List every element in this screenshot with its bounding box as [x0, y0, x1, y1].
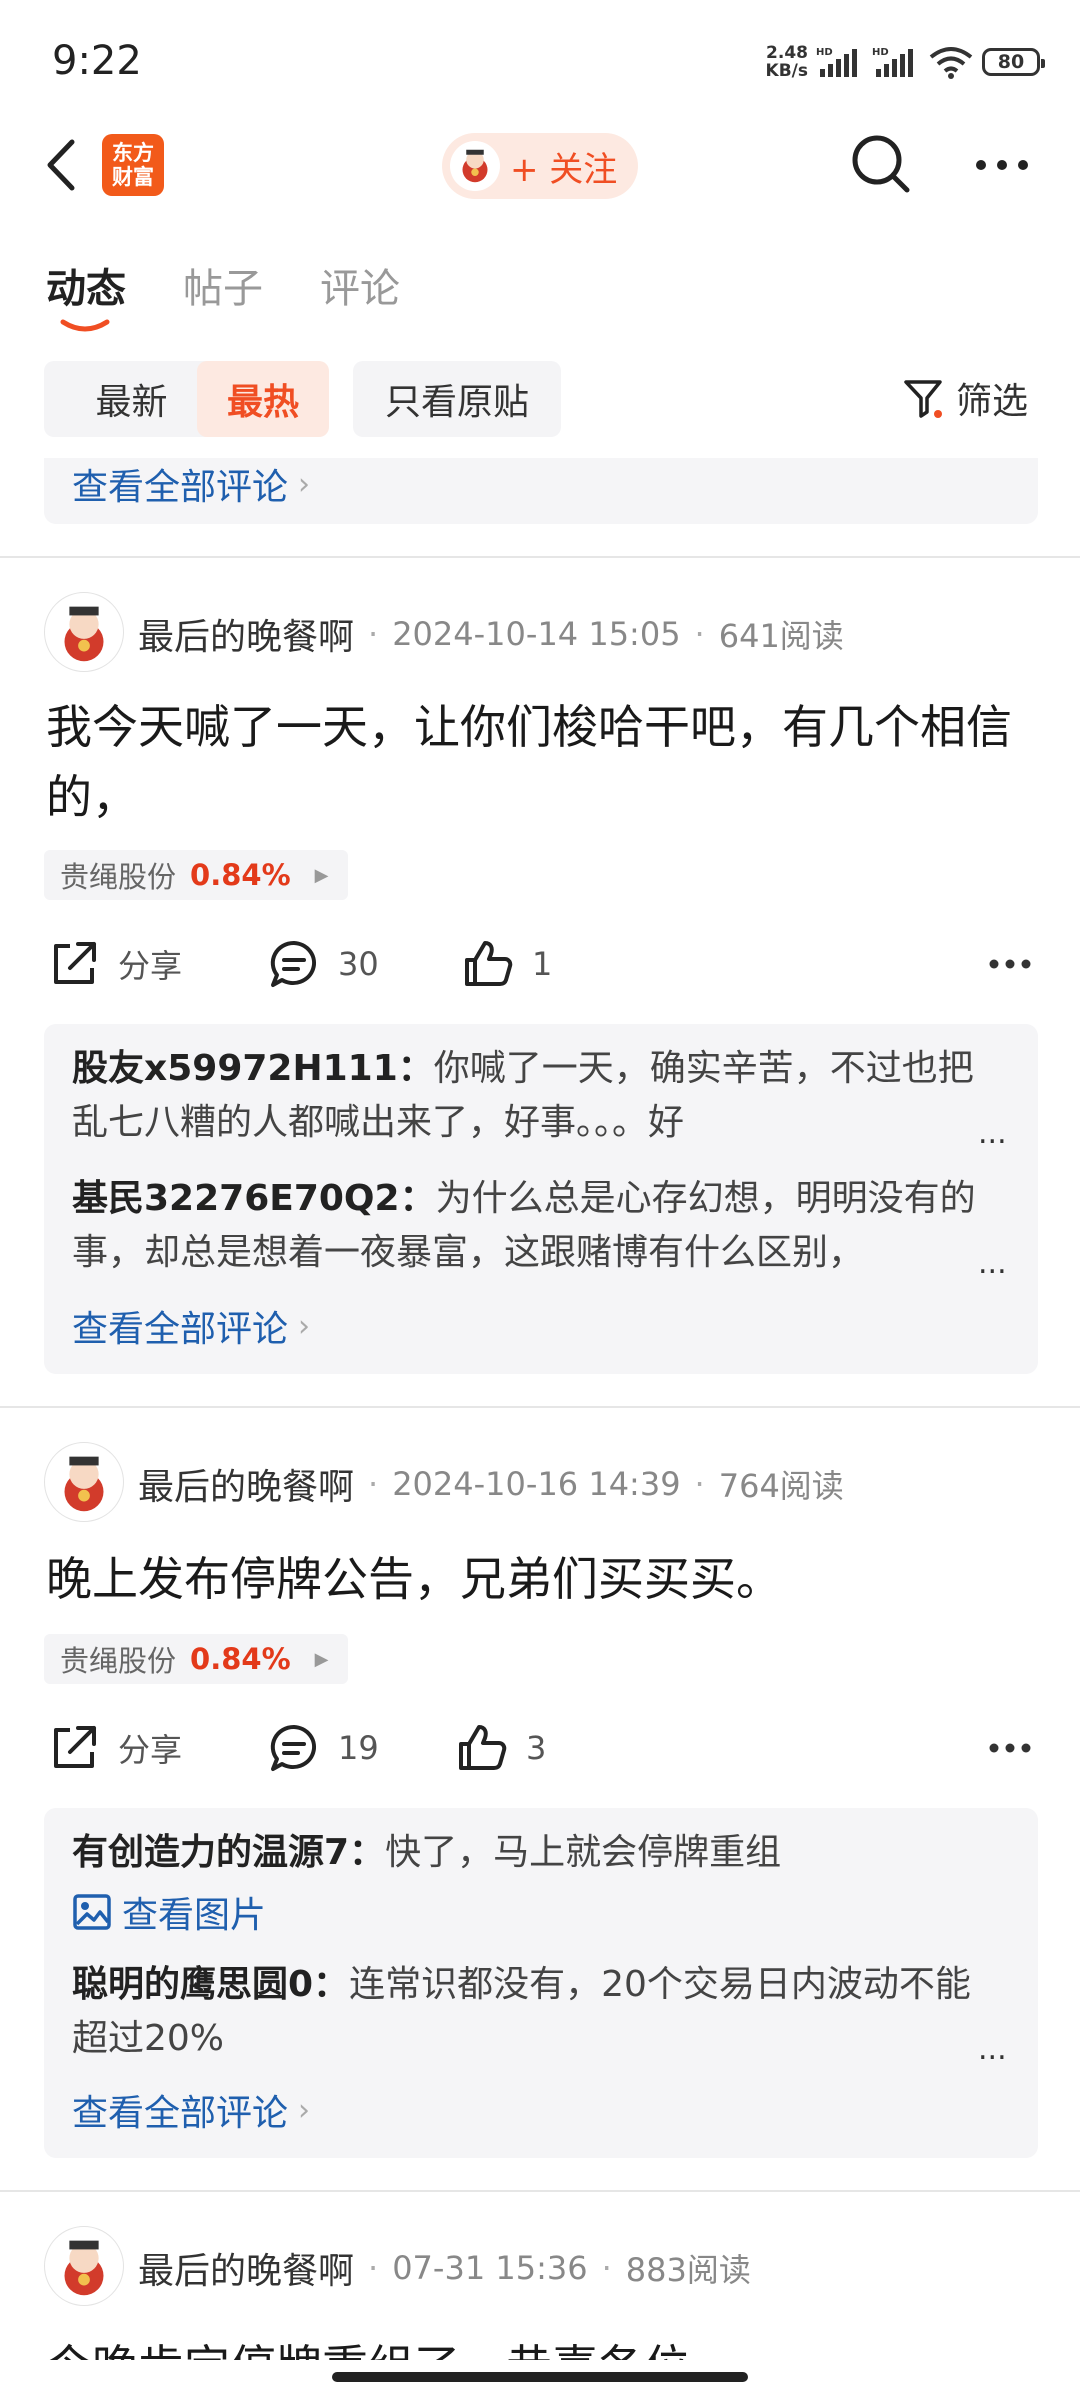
app-logo: 东方 财富	[102, 134, 164, 196]
avatar[interactable]	[44, 2226, 124, 2306]
post-text[interactable]: 今晚肯定停牌重组了，恭喜各位	[46, 2332, 1036, 2360]
comment-box: 有创造力的温源7：快了，马上就会停牌重组 查看图片 聪明的鹰思圆0：连常识都没有…	[44, 1808, 1038, 2158]
post-meta: 最后的晚餐啊 · 2024-10-16 14:39 · 764阅读	[138, 1458, 844, 1510]
comment-button[interactable]: 19	[268, 1722, 379, 1774]
see-all-comments-link[interactable]: 查看全部评论 ›	[72, 1300, 310, 1352]
filter-button[interactable]: 筛选	[902, 372, 1028, 424]
read-count: 883阅读	[625, 2251, 751, 2289]
ellipsis: ...	[978, 1116, 1007, 1151]
filter-label: 筛选	[956, 381, 1029, 422]
stock-name: 贵绳股份	[60, 860, 177, 894]
comment-icon	[270, 1724, 317, 1771]
divider	[0, 556, 1080, 558]
comment-box: 股友x59972H111：你喊了一天，确实辛苦，不过也把乱七八糟的人都喊出来了，…	[44, 1024, 1038, 1374]
share-icon	[54, 1726, 96, 1768]
username[interactable]: 最后的晚餐啊	[138, 1458, 354, 1510]
active-tab-indicator	[60, 319, 110, 332]
signal-icon-2: HD	[872, 47, 913, 77]
tab-dynamics[interactable]: 动态	[46, 256, 126, 314]
stock-tag[interactable]: 贵绳股份 0.84% ▶	[44, 1634, 349, 1684]
post-time: 2024-10-16 14:39	[392, 1465, 681, 1503]
share-icon	[54, 942, 96, 984]
tab-posts[interactable]: 帖子	[183, 256, 263, 314]
battery-icon: 80	[982, 48, 1045, 76]
funnel-icon	[904, 380, 942, 418]
signal-icon: HD	[816, 47, 857, 77]
comment-box-partial: 查看全部评论 ›	[44, 458, 1038, 524]
divider	[0, 1406, 1080, 1408]
post-text-clip: 今晚肯定停牌重组了，恭喜各位	[0, 2332, 1080, 2360]
read-count: 764阅读	[718, 1467, 844, 1505]
image-icon	[73, 1894, 111, 1930]
post-time: 2024-10-14 15:05	[392, 615, 681, 653]
share-button[interactable]: 分享	[48, 938, 182, 990]
avatar[interactable]	[44, 1442, 124, 1522]
comment-item[interactable]: 股友x59972H111：你喊了一天，确实辛苦，不过也把乱七八糟的人都喊出来了，…	[72, 1042, 992, 1150]
tab-comments[interactable]: 评论	[320, 256, 400, 314]
wifi-icon	[929, 47, 973, 79]
chevron-right-icon: ›	[298, 466, 311, 502]
follow-button[interactable]: + 关注	[442, 133, 638, 199]
more-options-icon[interactable]	[988, 958, 1032, 970]
username[interactable]: 最后的晚餐啊	[138, 2242, 354, 2294]
more-icon[interactable]	[974, 158, 1030, 172]
avatar	[450, 141, 500, 191]
chevron-right-icon: ›	[298, 1308, 311, 1344]
comment-icon	[270, 940, 317, 987]
post-text[interactable]: 晚上发布停牌公告，兄弟们买买买。	[46, 1544, 1036, 1614]
status-time: 9:22	[52, 38, 142, 84]
see-all-comments-link[interactable]: 查看全部评论 ›	[72, 458, 310, 510]
play-icon: ▶	[314, 1648, 329, 1670]
like-button[interactable]: 3	[456, 1722, 546, 1774]
net-speed: 2.48 KB/s	[765, 43, 808, 81]
comment-item[interactable]: 聪明的鹰思圆0：连常识都没有，20个交易日内波动不能超过20%	[72, 1958, 992, 2066]
stock-change: 0.84%	[190, 858, 291, 892]
gesture-bar[interactable]	[332, 2372, 748, 2382]
post-text[interactable]: 我今天喊了一天，让你们梭哈干吧，有几个相信的，	[46, 692, 1036, 832]
svg-text:HD: HD	[872, 47, 889, 58]
back-arrow-icon[interactable]	[44, 138, 76, 192]
stock-name: 贵绳股份	[60, 1644, 177, 1678]
view-image-link[interactable]: 查看图片	[72, 1886, 266, 1938]
thumbs-up-icon	[459, 1725, 507, 1770]
more-options-icon[interactable]	[988, 1742, 1032, 1754]
follow-label: + 关注	[510, 149, 618, 190]
filter-hottest[interactable]: 最热	[197, 361, 329, 437]
post-meta: 最后的晚餐啊 · 07-31 15:36 · 883阅读	[138, 2242, 751, 2294]
avatar[interactable]	[44, 592, 124, 672]
thumbs-up-icon	[465, 941, 513, 986]
filter-latest[interactable]: 最新	[44, 361, 219, 437]
username[interactable]: 最后的晚餐啊	[138, 608, 354, 660]
stock-change: 0.84%	[190, 1642, 291, 1676]
comment-item[interactable]: 基民32276E70Q2：为什么总是心存幻想，明明没有的事，却总是想着一夜暴富，…	[72, 1172, 992, 1280]
play-icon: ▶	[314, 864, 329, 886]
ellipsis: ...	[978, 1246, 1007, 1281]
comment-item[interactable]: 有创造力的温源7：快了，马上就会停牌重组	[72, 1826, 992, 1880]
search-icon[interactable]	[850, 133, 912, 195]
like-button[interactable]: 1	[462, 938, 552, 990]
filter-original-only[interactable]: 只看原贴	[353, 361, 561, 437]
ellipsis: ...	[978, 2032, 1007, 2067]
share-button[interactable]: 分享	[48, 1722, 182, 1774]
chevron-right-icon: ›	[298, 2092, 311, 2128]
svg-text:HD: HD	[816, 47, 833, 58]
read-count: 641阅读	[718, 617, 844, 655]
comment-button[interactable]: 30	[268, 938, 379, 990]
see-all-comments-link[interactable]: 查看全部评论 ›	[72, 2084, 310, 2136]
stock-tag[interactable]: 贵绳股份 0.84% ▶	[44, 850, 349, 900]
status-icons: 2.48 KB/s HD HD 80	[765, 40, 1045, 84]
post-time: 07-31 15:36	[392, 2249, 588, 2287]
divider	[0, 2190, 1080, 2192]
post-meta: 最后的晚餐啊 · 2024-10-14 15:05 · 641阅读	[138, 608, 844, 660]
